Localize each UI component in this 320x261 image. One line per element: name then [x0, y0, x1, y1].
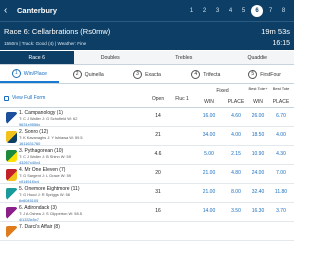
fixed-win-odds[interactable]: 21.00 [196, 189, 222, 195]
tab-label: FirstFour [260, 71, 281, 78]
open-odds: 4.6 [154, 151, 162, 157]
chevron-left-icon[interactable]: ‹ [4, 5, 14, 16]
runner-row[interactable]: 2. Sonro (12) T: K Kavanaghs J: Y Ishiawa… [0, 127, 294, 146]
tab-win-place[interactable]: 1 Win/Place [0, 66, 59, 83]
jockey-silk-icon [6, 207, 17, 219]
runner-name: 7. Darci's Affair (8) [19, 224, 60, 230]
tab-number-badge: 1 [11, 69, 21, 78]
jockey-silk-icon [6, 226, 17, 238]
runner-trainer-jockey: T: G Sargent J: L Grace W: 59 [19, 173, 71, 178]
runner-form: 4l1333x5x7 [19, 216, 39, 222]
tab-doubles[interactable]: Doubles [74, 51, 148, 64]
tab-quaddie[interactable]: Quaddie [221, 51, 295, 64]
race-number-3[interactable]: 3 [211, 5, 224, 17]
race-info-panel: Race 6: Cellarbrations (Rs0mw) 19m 53s 1… [0, 21, 294, 50]
tote-place-odds[interactable]: 4.30 [268, 151, 294, 157]
runner-row[interactable]: 3. Pythagorean (10) T: C J Waller J: B Sh… [0, 146, 294, 165]
tab-label: Trifecta [203, 71, 221, 78]
col-fixed-win: WIN [204, 99, 214, 105]
tab-number-badge: 4 [191, 70, 201, 79]
tab-quinella[interactable]: 2 Quinella [59, 66, 118, 83]
tab-trifecta[interactable]: 4 Trifecta [176, 66, 235, 83]
pool-tabs: 1 Win/Place 2 Quinella 3 Exacta 4 Trifec… [0, 66, 294, 84]
venue-title: Canterbury [17, 6, 58, 15]
runner-form: 43267x40x4 [19, 159, 41, 165]
tab-number-badge: 5 [248, 70, 258, 79]
runner-form: 6x6045105 [19, 197, 39, 203]
fixed-win-odds[interactable]: 34.00 [196, 132, 222, 138]
runner-row[interactable]: 7. Darci's Affair (8) [0, 222, 294, 241]
runner-form: 1611631760 [19, 140, 41, 146]
tab-race[interactable]: Race 6 [0, 51, 74, 64]
top-bar: ‹ Canterbury 1 2 3 4 5 6 7 8 [0, 0, 294, 21]
tab-number-badge: 2 [72, 70, 82, 79]
race-name: Race 6: Cellarbrations (Rs0mw) [4, 27, 111, 36]
jockey-silk-icon [6, 131, 17, 143]
view-full-form-link[interactable]: View Full Form [4, 95, 45, 101]
jockey-silk-icon [6, 112, 17, 124]
tab-label: Exacta [145, 71, 161, 78]
race-number-6[interactable]: 6 [251, 4, 263, 17]
tote-place-odds[interactable]: 7.00 [268, 170, 294, 176]
race-number-8[interactable]: 8 [277, 5, 290, 17]
tab-firstfour[interactable]: 5 FirstFour [235, 66, 294, 83]
runner-form: x01451l0x4 [19, 178, 39, 184]
race-number-4[interactable]: 4 [224, 5, 237, 17]
tote-place-odds[interactable]: 11.80 [268, 189, 294, 195]
col-open: Open [151, 96, 165, 102]
open-odds: 16 [155, 208, 161, 214]
tote-place-odds[interactable]: 4.00 [268, 132, 294, 138]
runner-row[interactable]: 1. Campanology (1) T: C J Waller J: G Sch… [0, 108, 294, 127]
open-odds: 31 [155, 189, 161, 195]
jockey-silk-icon [6, 188, 17, 200]
runner-form: 9631x9556x [19, 121, 41, 127]
tab-label: Win/Place [23, 70, 48, 77]
tab-exacta[interactable]: 3 Exacta [118, 66, 177, 83]
col-best-tote: Best Tote [272, 86, 290, 91]
open-odds: 20 [155, 170, 161, 176]
col-fixed: Fixed [216, 88, 229, 94]
fixed-win-odds[interactable]: 21.00 [196, 170, 222, 176]
runner-row[interactable]: 4. Mr One Eleven (7) T: G Sargent J: L Gr… [0, 165, 294, 184]
view-full-form-label: View Full Form [12, 95, 46, 101]
runner-trainer-jockey: T: C J Waller J: G Schofield W: 62 [19, 116, 78, 121]
runner-trainer-jockey: T: G Hood J: R Spriggs W: 58 [19, 192, 70, 197]
race-meta: 1550m | Track: Good (4) | Weather: Fine [4, 41, 87, 46]
race-number-selector: 1 2 3 4 5 6 7 8 [185, 4, 290, 17]
race-countdown: 19m 53s [261, 27, 290, 36]
open-odds: 21 [155, 132, 161, 138]
bet-type-tabs: Race 6 Doubles Trebles Quaddie [0, 51, 294, 65]
runner-trainer-jockey: T: J A Oshea J: S Clipperton W: 58.5 [19, 211, 82, 216]
tab-trebles[interactable]: Trebles [147, 51, 221, 64]
jockey-silk-icon [6, 169, 17, 181]
runner-row[interactable]: 5. Onemore Eightmore (11) T: G Hood J: R … [0, 184, 294, 203]
fixed-win-odds[interactable]: 5.00 [196, 151, 222, 157]
fixed-win-odds[interactable]: 16.00 [196, 113, 222, 119]
jockey-silk-icon [6, 150, 17, 162]
race-number-5[interactable]: 5 [237, 5, 250, 17]
runner-trainer-jockey: T: C J Waller J: B Shinn W: 59 [19, 154, 71, 159]
form-guide-icon [4, 95, 9, 101]
runner-trainer-jockey: T: K Kavanaghs J: Y Ishiawa W: 59.5 [19, 135, 83, 140]
open-odds: 14 [155, 113, 161, 119]
race-number-1[interactable]: 1 [185, 5, 198, 17]
tote-place-odds[interactable]: 3.70 [268, 208, 294, 214]
race-number-2[interactable]: 2 [198, 5, 211, 17]
tab-label: Quinella [84, 71, 104, 78]
col-tote-place: PLACE [272, 99, 290, 105]
fixed-win-odds[interactable]: 14.00 [196, 208, 222, 214]
tab-number-badge: 3 [133, 70, 143, 79]
col-fluc: Fluc 1 [175, 96, 189, 102]
runner-row[interactable]: 6. Adirondack (3) T: J A Oshea J: S Clipp… [0, 203, 294, 222]
tote-place-odds[interactable]: 6.70 [268, 113, 294, 119]
race-number-7[interactable]: 7 [264, 5, 277, 17]
race-start-time: 16:15 [272, 40, 290, 47]
